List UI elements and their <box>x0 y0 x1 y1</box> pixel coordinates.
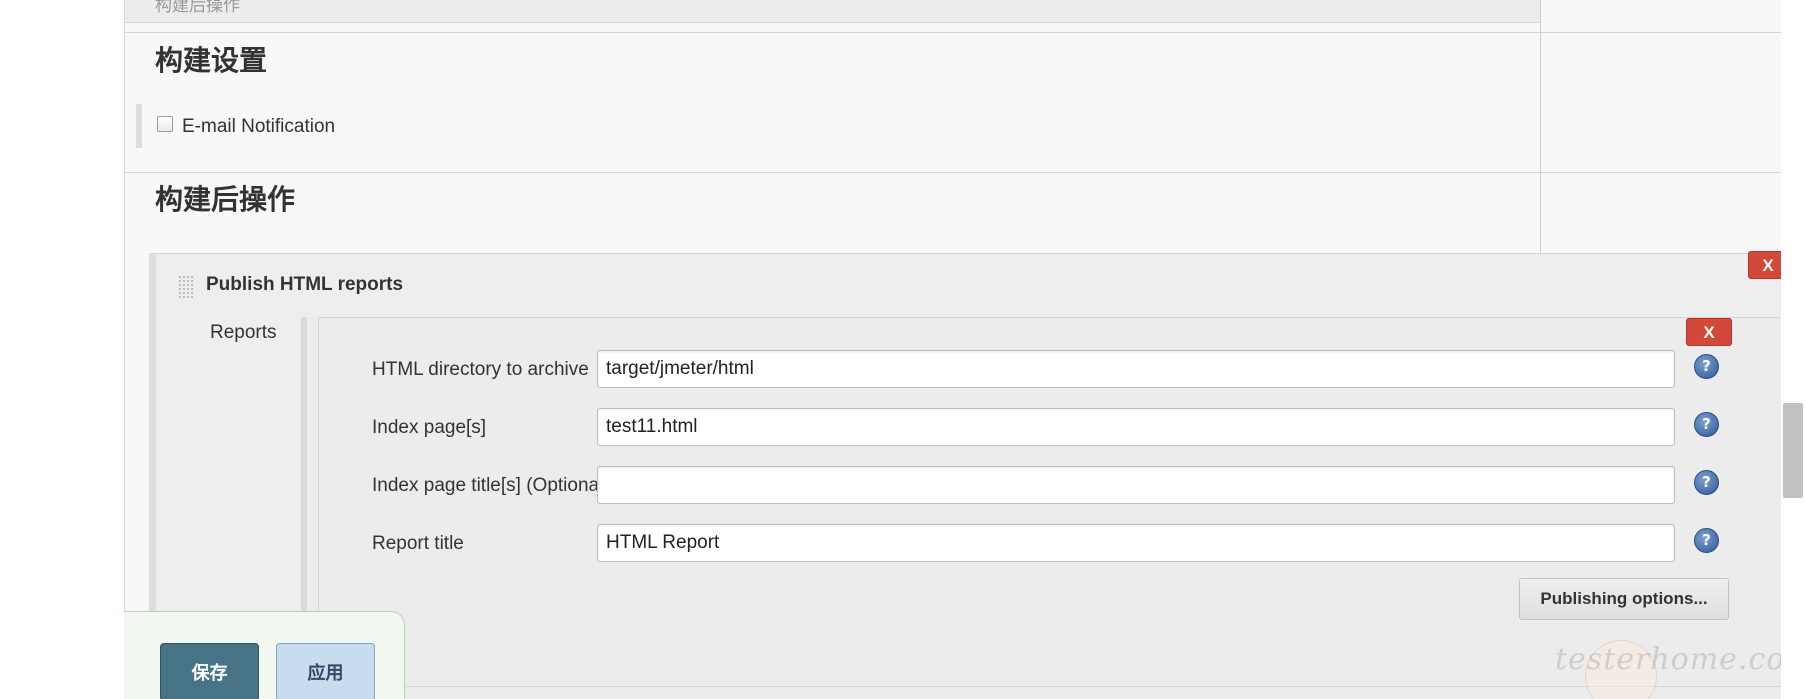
delete-report-button[interactable]: X <box>1686 318 1732 346</box>
apply-button[interactable]: 应用 <box>276 643 375 699</box>
help-icon[interactable]: ? <box>1694 470 1719 495</box>
index-page-titles-label: Index page title[s] (Optional) <box>372 475 610 496</box>
publishing-options-button[interactable]: Publishing options... <box>1519 578 1729 620</box>
build-settings-title: 构建设置 <box>155 44 268 77</box>
html-directory-label: HTML directory to archive <box>372 359 589 380</box>
field-row-html-directory: HTML directory to archive ? <box>319 350 1799 392</box>
html-directory-input[interactable] <box>597 350 1675 388</box>
field-row-index-pages: Index page[s] ? <box>319 408 1799 450</box>
field-row-report-title: Report title ? <box>319 524 1799 566</box>
email-notification-checkbox[interactable] <box>157 116 173 132</box>
field-row-index-page-titles: Index page title[s] (Optional) ? <box>319 466 1799 508</box>
divider <box>125 32 1781 33</box>
row-indent-bar <box>136 104 142 148</box>
drag-handle-icon[interactable] <box>178 275 194 299</box>
scrollbar-track[interactable] <box>1781 0 1805 699</box>
help-icon[interactable]: ? <box>1694 412 1719 437</box>
index-pages-label: Index page[s] <box>372 417 487 438</box>
help-icon[interactable]: ? <box>1694 354 1719 379</box>
report-title-label: Report title <box>372 533 464 554</box>
index-pages-input[interactable] <box>597 408 1675 446</box>
section-header-partial-text: 构建后操作 <box>155 0 240 16</box>
index-page-titles-input[interactable] <box>597 466 1675 504</box>
section-header-partial: 构建后操作 <box>125 0 1540 23</box>
reports-label: Reports <box>210 322 277 343</box>
divider <box>270 686 1781 687</box>
publisher-title: Publish HTML reports <box>206 274 404 295</box>
save-button[interactable]: 保存 <box>160 643 259 699</box>
report-title-input[interactable] <box>597 524 1675 562</box>
email-notification-row: E-mail Notification <box>136 104 736 148</box>
scrollbar-thumb[interactable] <box>1783 403 1803 498</box>
email-notification-label[interactable]: E-mail Notification <box>182 116 335 138</box>
divider <box>125 172 1781 173</box>
jenkins-job-config-page: 构建后操作 构建设置 E-mail Notification 构建后操作 Pub… <box>0 0 1805 699</box>
help-icon[interactable]: ? <box>1694 528 1719 553</box>
save-apply-bar: 保存 应用 <box>124 611 405 699</box>
watermark-text: testerhome.com <box>1555 642 1805 677</box>
config-panel: 构建后操作 构建设置 E-mail Notification 构建后操作 Pub… <box>124 0 1794 699</box>
post-build-title: 构建后操作 <box>155 183 296 216</box>
